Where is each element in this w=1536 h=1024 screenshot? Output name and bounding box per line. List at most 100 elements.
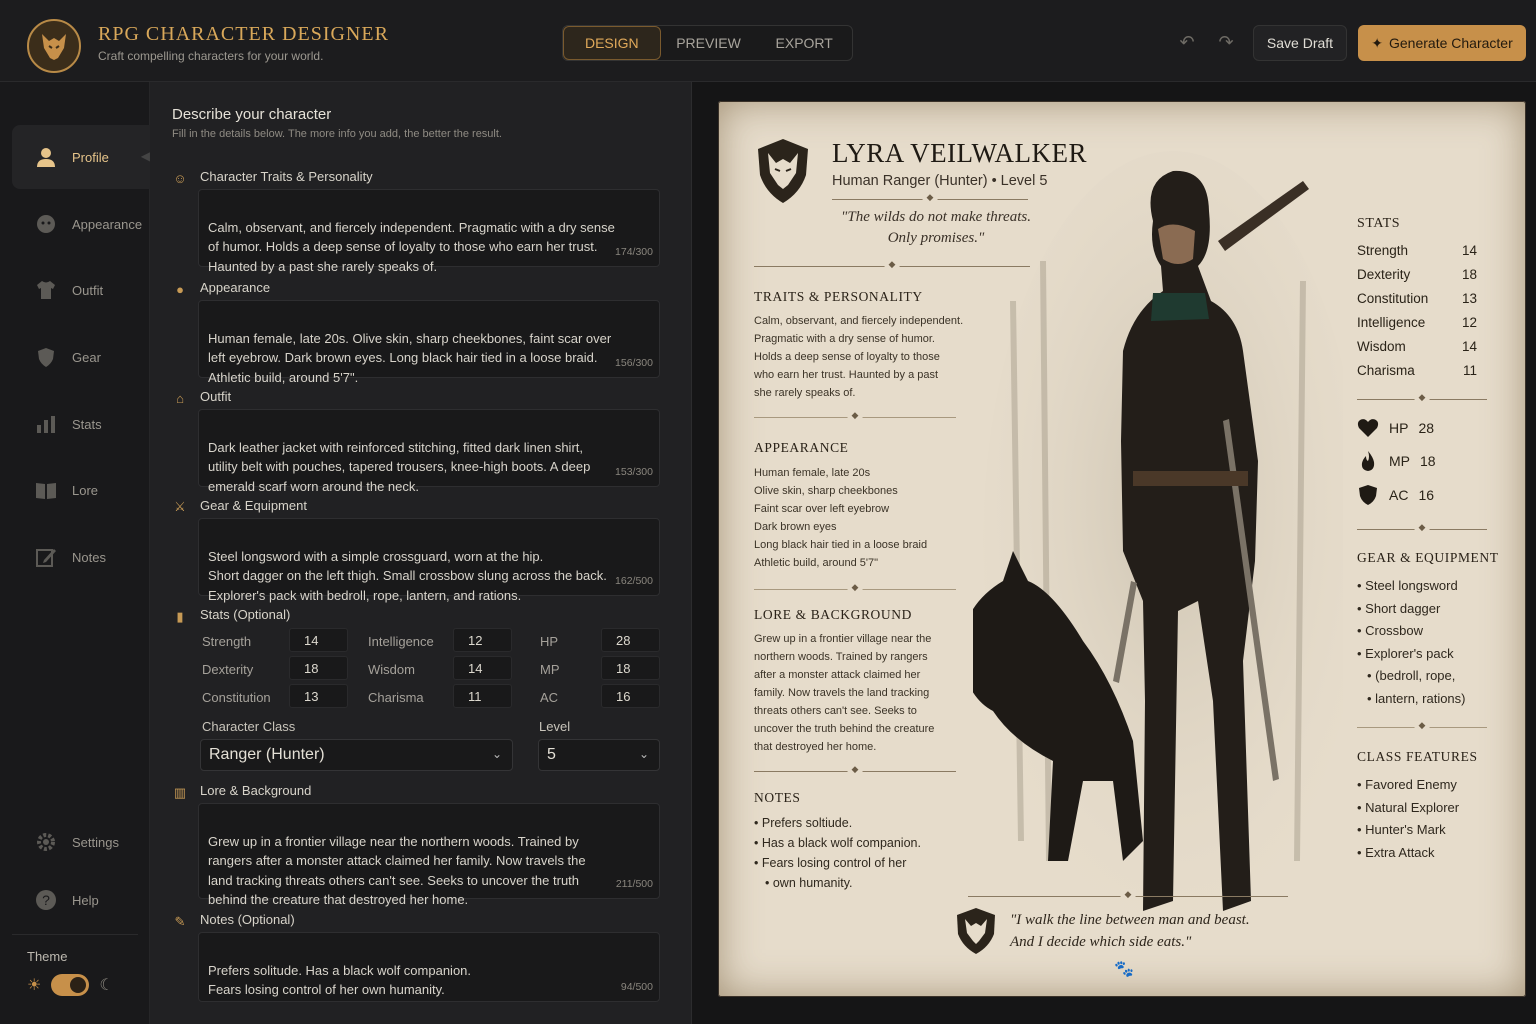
level-select[interactable]: 5 ⌄: [538, 739, 660, 771]
sidebar-item-appearance[interactable]: Appearance: [12, 192, 150, 256]
sidebar-item-label: Profile: [72, 149, 109, 165]
level-label: Level: [539, 719, 571, 734]
face-icon: [34, 212, 58, 236]
gear-label: Gear & Equipment: [200, 498, 307, 513]
appearance-textarea[interactable]: Human female, late 20s. Olive skin, shar…: [198, 300, 660, 385]
book-icon: [34, 478, 58, 502]
paw-print-icon: 🐾: [1114, 961, 1134, 978]
stat-name: Wisdom: [1357, 339, 1406, 354]
character-sheet: LYRA VEILWALKER Human Ranger (Hunter) • …: [718, 101, 1526, 997]
user-icon: [34, 145, 58, 169]
class-value: Ranger (Hunter): [209, 746, 325, 763]
notes-heading: NOTES: [754, 790, 801, 805]
save-draft-button[interactable]: Save Draft: [1253, 25, 1347, 61]
stat-name: Dexterity: [1357, 267, 1411, 282]
stat-value: 14: [1461, 339, 1477, 354]
lore-label: Lore & Background: [200, 783, 312, 798]
outfit-value: Dark leather jacket with reinforced stit…: [208, 439, 591, 494]
stat-value: 12: [1461, 315, 1477, 330]
redo-icon[interactable]: ↷: [1215, 31, 1237, 53]
wolf-crest-small-icon: [954, 907, 998, 955]
stat-value: 13: [1461, 291, 1477, 306]
vital-value: 28: [1418, 420, 1435, 436]
stat-input[interactable]: 16: [601, 684, 660, 708]
toggle-knob: [70, 977, 87, 993]
stat-input[interactable]: 12: [453, 628, 512, 652]
stat-row: Dexterity 18: [1357, 267, 1477, 282]
stat-input[interactable]: 13: [289, 684, 348, 708]
sidebar-item-notes[interactable]: Notes: [12, 525, 150, 589]
sidebar-item-help[interactable]: ? Help: [12, 868, 150, 932]
stat-input[interactable]: 14: [289, 628, 348, 652]
stat-input[interactable]: 28: [601, 628, 660, 652]
stat-input[interactable]: 18: [601, 656, 660, 680]
class-select[interactable]: Ranger (Hunter) ⌄: [200, 739, 513, 771]
sidebar-item-lore[interactable]: Lore: [12, 458, 150, 522]
stat-label: Intelligence: [368, 634, 434, 649]
traits-textarea[interactable]: Calm, observant, and fiercely independen…: [198, 189, 660, 274]
generate-character-button[interactable]: ✦ Generate Character: [1358, 25, 1526, 61]
lore-heading: LORE & BACKGROUND: [754, 607, 912, 622]
sidebar-item-gear[interactable]: Gear: [12, 325, 150, 389]
tab-export[interactable]: EXPORT: [756, 26, 852, 60]
stats-heading: STATS: [1357, 216, 1401, 231]
sidebar-item-label: Gear: [72, 349, 101, 365]
undo-icon[interactable]: ↶: [1176, 31, 1198, 53]
list-item: Explorer's pack: [1357, 643, 1466, 666]
stat-input[interactable]: 11: [453, 684, 512, 708]
lore-text: Grew up in a frontier village near the n…: [754, 633, 935, 753]
sidebar-item-profile[interactable]: Profile ◀: [12, 125, 150, 189]
sidebar-item-outfit[interactable]: Outfit: [12, 258, 150, 322]
stat-input[interactable]: 18: [289, 656, 348, 680]
chevron-down-icon: ⌄: [491, 747, 502, 761]
bar-chart-icon: ▮: [176, 609, 184, 624]
list-item: Hunter's Mark: [1357, 819, 1459, 842]
sparkle-icon: ✦: [1371, 34, 1383, 51]
moon-icon: ☾: [99, 977, 114, 994]
view-tabs: DESIGN PREVIEW EXPORT: [562, 25, 853, 61]
vital-label: AC: [1389, 487, 1409, 503]
caret-left-icon: ◀: [140, 149, 150, 163]
stat-row: Wisdom 14: [1357, 339, 1477, 354]
stat-value: 11: [1462, 363, 1477, 378]
gear-list: Steel longsword Short dagger Crossbow Ex…: [1357, 575, 1466, 710]
list-item: Has a black wolf companion.: [754, 833, 921, 853]
divider: [1357, 727, 1487, 728]
ornament-divider: [1357, 529, 1487, 530]
sidebar-item-settings[interactable]: Settings: [12, 810, 150, 874]
stat-label: Dexterity: [202, 662, 254, 677]
stat-label: HP: [540, 634, 559, 649]
list-item: (bedroll, rope,: [1357, 665, 1466, 688]
vital-hp: HP 28: [1357, 417, 1434, 439]
notes-textarea[interactable]: Prefers solitude. Has a black wolf compa…: [198, 932, 660, 1002]
outfit-textarea[interactable]: Dark leather jacket with reinforced stit…: [198, 409, 660, 494]
stat-label: Constitution: [202, 690, 271, 705]
divider: [12, 934, 138, 935]
notes-value: Prefers solitude. Has a black wolf compa…: [208, 962, 472, 998]
sidebar-item-stats[interactable]: Stats: [12, 392, 150, 456]
tab-preview[interactable]: PREVIEW: [661, 26, 757, 60]
lore-textarea[interactable]: Grew up in a frontier village near the n…: [198, 803, 660, 907]
traits-text: Calm, observant, and fiercely independen…: [754, 315, 964, 399]
char-count: 162/500: [615, 574, 653, 587]
char-count: 174/300: [615, 245, 653, 258]
tab-design[interactable]: DESIGN: [563, 26, 661, 60]
stat-name: Constitution: [1357, 291, 1429, 306]
theme-toggle[interactable]: [51, 974, 90, 996]
vital-value: 16: [1418, 487, 1435, 503]
shirt-icon: [34, 278, 58, 302]
gear-textarea[interactable]: Steel longsword with a simple crossguard…: [198, 518, 660, 603]
sidebar-item-label: Notes: [72, 549, 106, 565]
wolf-crest-icon: [754, 137, 812, 205]
svg-text:?: ?: [42, 892, 50, 908]
notes-list: Prefers soltiude. Has a black wolf compa…: [754, 813, 921, 893]
stat-input[interactable]: 14: [453, 656, 512, 680]
stat-label: AC: [540, 690, 559, 705]
char-count: 153/300: [615, 465, 653, 478]
list-item: Favored Enemy: [1357, 774, 1459, 797]
appearance-heading: APPEARANCE: [754, 440, 849, 455]
appearance-text: Human female, late 20s Olive skin, sharp…: [754, 467, 928, 569]
form-title: Describe your character: [172, 106, 332, 123]
stat-value: 18: [1461, 267, 1477, 282]
heart-icon: [1357, 417, 1379, 439]
